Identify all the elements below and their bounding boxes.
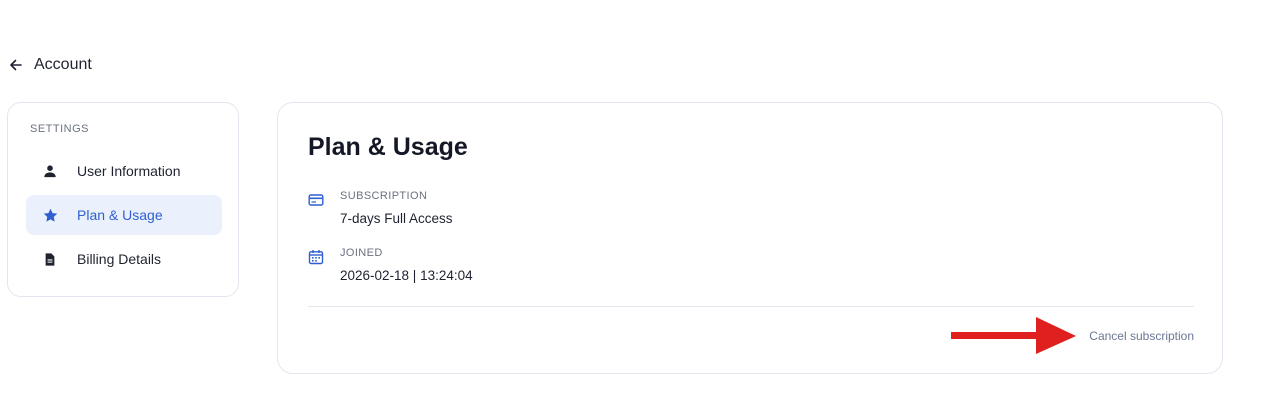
arrow-left-icon [10, 59, 22, 71]
sidebar-item-label: Plan & Usage [77, 207, 163, 223]
joined-value: 2026-02-18 | 13:24:04 [340, 268, 473, 283]
cancel-subscription-link[interactable]: Cancel subscription [1089, 329, 1194, 343]
back-label: Account [34, 56, 92, 73]
sidebar-item-label: User Information [77, 163, 181, 179]
sidebar-item-billing-details[interactable]: Billing Details [26, 239, 222, 279]
sidebar-item-label: Billing Details [77, 251, 162, 267]
page-title: Plan & Usage [308, 133, 468, 161]
back-to-account-link[interactable]: Account [8, 56, 92, 74]
credit-card-icon [308, 192, 324, 208]
subscription-label: SUBSCRIPTION [340, 190, 428, 202]
user-icon [42, 163, 58, 179]
sidebar-heading: SETTINGS [30, 123, 90, 135]
subscription-value: 7-days Full Access [340, 211, 453, 226]
sidebar-item-plan-usage[interactable]: Plan & Usage [26, 195, 222, 235]
page: Account SETTINGS User Information Plan &… [0, 0, 1275, 409]
red-arrow-annotation-icon [951, 317, 1076, 354]
divider [308, 306, 1194, 307]
plan-usage-card: Plan & Usage SUBSCRIPTION 7-days Full Ac… [277, 102, 1223, 374]
sidebar-item-user-information[interactable]: User Information [26, 151, 222, 191]
document-icon [42, 251, 58, 267]
settings-sidebar: SETTINGS User Information Plan & Usage B… [7, 102, 239, 297]
calendar-icon [308, 249, 324, 265]
star-icon [42, 207, 58, 223]
joined-label: JOINED [340, 247, 383, 259]
